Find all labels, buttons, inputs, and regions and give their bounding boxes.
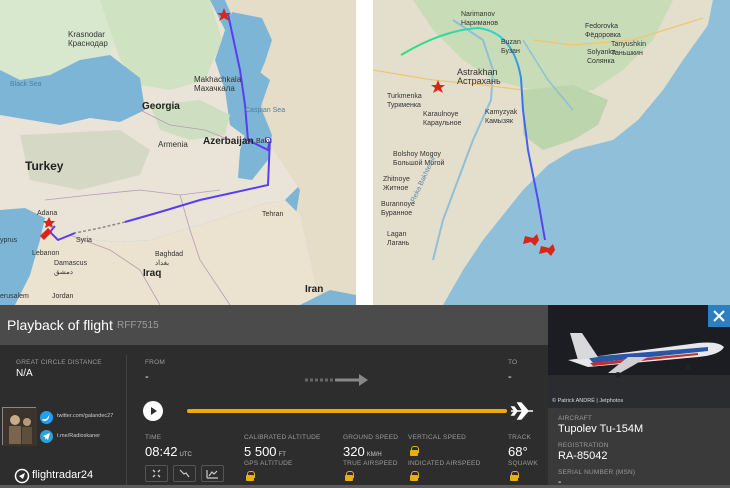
time-value: 08:42 UTC <box>145 444 192 459</box>
aircraft-card: © Patrick ANDRÉ | Jetphotos AIRCRAFT Tup… <box>548 305 730 488</box>
label-zhitnoye: Zhitnoye Житное <box>383 176 410 192</box>
label-syria: Syria <box>76 237 92 244</box>
telegram-icon[interactable] <box>40 430 53 443</box>
label-adana: Adana <box>37 210 58 217</box>
label-black-sea: Black Sea <box>10 81 42 88</box>
indicated-airspeed-label: INDICATED AIRSPEED <box>408 460 481 467</box>
aircraft-value: Tupolev Tu-154M <box>558 423 644 435</box>
serial-number-value: - <box>558 477 562 488</box>
track-label: TRACK <box>508 434 532 441</box>
label-makhachkala: Makhachkala Махачкала <box>194 75 242 93</box>
label-tanyushkin: Tanyushkin Таньшкин <box>611 41 647 57</box>
avatar-image-icon <box>3 408 37 446</box>
photo-credit[interactable]: © Patrick ANDRÉ | Jetphotos <box>552 398 623 404</box>
label-turkmenka: Turkmenka Туркменка <box>387 93 422 109</box>
label-burannoye: Burannoye Буранное <box>381 201 415 217</box>
label-krasnodar: Krasnodar Краснодар <box>68 30 108 48</box>
to-value: - <box>508 371 512 383</box>
map-right[interactable]: Narimanov Нариманов Astrakhan Астрахань … <box>373 0 730 305</box>
aircraft-photo: © Patrick ANDRÉ | Jetphotos <box>548 305 730 408</box>
aircraft-label: AIRCRAFT <box>558 415 593 422</box>
label-azerbaijan: Azerbaijan <box>203 136 254 147</box>
ground-speed-label: GROUND SPEED <box>343 434 399 441</box>
flight-number: RFF7515 <box>117 320 159 331</box>
label-iraq: Iraq <box>143 268 162 279</box>
label-buzan: Buzan Бузан <box>501 39 521 55</box>
label-baku: Baku <box>256 138 272 145</box>
panel-header: Playback of flight RFF7515 <box>0 305 548 345</box>
gps-altitude-label: GPS ALTITUDE <box>244 460 293 467</box>
squawk-label: SQUAWK <box>508 460 538 467</box>
twitter-link[interactable]: twitter.com/galandec27 <box>57 413 113 419</box>
lock-icon <box>510 471 519 481</box>
true-airspeed-label: TRUE AIRSPEED <box>343 460 398 467</box>
label-baghdad: Baghdad بغداد <box>155 251 184 267</box>
route-icon <box>179 469 190 478</box>
graph-button[interactable] <box>201 465 224 482</box>
label-cyprus: yprus <box>0 237 18 244</box>
label-armenia: Armenia <box>158 140 188 149</box>
twitter-icon[interactable] <box>40 411 53 424</box>
route-arrow-icon <box>305 374 368 386</box>
ground-speed-value: 320 KM/H <box>343 444 382 459</box>
compress-icon <box>152 469 161 478</box>
to-label: TO <box>508 359 518 366</box>
label-jordan: Jordan <box>52 293 74 300</box>
serial-number-label: SERIAL NUMBER (MSN) <box>558 469 636 476</box>
registration-value: RA-85042 <box>558 450 608 462</box>
chart-icon <box>206 470 218 479</box>
label-kamyzyak: Kamyzyak Камызяк <box>485 109 518 125</box>
playback-timeline[interactable] <box>187 409 507 413</box>
lock-icon <box>345 471 354 481</box>
label-turkey: Turkey <box>25 159 64 173</box>
calibrated-altitude-label: CALIBRATED ALTITUDE <box>244 434 321 441</box>
label-lebanon: Lebanon <box>32 250 60 257</box>
calibrated-altitude-value: 5 500 FT <box>244 444 286 459</box>
flightradar-logo-icon <box>14 468 30 484</box>
jet-marker-icon <box>523 234 555 256</box>
registration-label: REGISTRATION <box>558 442 609 449</box>
lock-icon <box>246 471 255 481</box>
map-left[interactable]: Krasnodar Краснодар Black Sea Makhachkal… <box>0 0 356 305</box>
label-tehran: Tehran <box>262 211 284 218</box>
close-icon <box>713 310 725 322</box>
play-icon <box>151 407 157 415</box>
map-divider <box>356 0 373 305</box>
label-georgia: Georgia <box>142 101 180 112</box>
great-circle-value: N/A <box>16 368 33 379</box>
avatar <box>2 407 37 446</box>
label-jerusalem: erusalem <box>0 293 29 300</box>
lock-icon <box>410 446 419 456</box>
label-damascus: Damascus دمشق <box>54 260 88 276</box>
label-caspian-sea: Caspian Sea <box>245 107 286 114</box>
panel-divider <box>126 355 127 485</box>
label-karaulnoye: Karaulnoye Караульное <box>423 111 462 127</box>
track-value: 68° <box>508 444 528 459</box>
playback-progress <box>187 409 507 413</box>
panel-title: Playback of flight <box>7 317 113 333</box>
lock-icon <box>410 471 419 481</box>
label-iran: Iran <box>305 284 324 295</box>
label-fedorovka: Fedorovka Фёдоровка <box>585 23 621 39</box>
label-astrakhan: Astrakhan Астрахань <box>457 67 501 86</box>
aircraft-photo-image-icon <box>548 305 730 408</box>
telegram-link[interactable]: t.me/Radioskaner <box>57 433 100 439</box>
route-button[interactable] <box>173 465 196 482</box>
from-label: FROM <box>145 359 165 366</box>
time-label: TIME <box>145 434 162 441</box>
zoom-fit-button[interactable] <box>145 465 168 482</box>
from-value: - <box>145 371 149 383</box>
close-button[interactable] <box>708 305 730 327</box>
flight-panel: Playback of flight RFF7515 GREAT CIRCLE … <box>0 305 548 485</box>
airplane-icon[interactable] <box>509 401 535 421</box>
play-button[interactable] <box>143 401 163 421</box>
label-narimanov: Narimanov Нариманов <box>461 11 498 27</box>
great-circle-label: GREAT CIRCLE DISTANCE <box>16 359 102 366</box>
brand-name: flightradar24 <box>32 469 94 481</box>
label-lagan: Lagan Лагань <box>387 231 410 247</box>
vertical-speed-label: VERTICAL SPEED <box>408 434 467 441</box>
